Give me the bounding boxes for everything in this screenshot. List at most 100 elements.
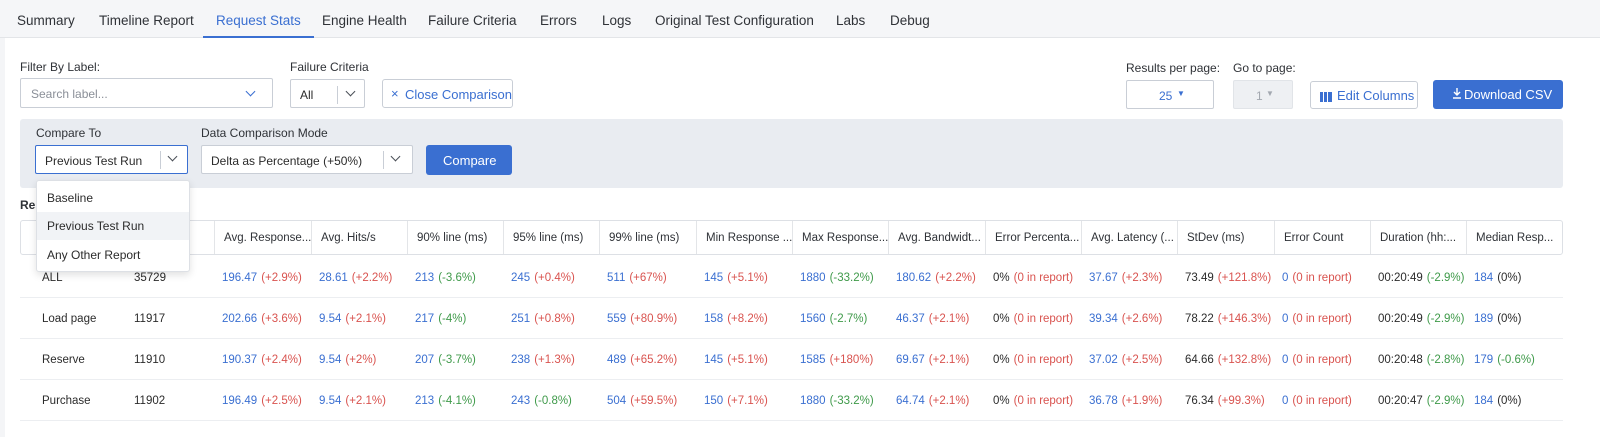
cell-value: 1560	[800, 313, 826, 325]
cell-delta: (0 in report)	[1013, 395, 1074, 407]
tab-timeline-report[interactable]: Timeline Report	[99, 0, 194, 38]
cell-value[interactable]: 184	[1474, 395, 1493, 407]
compare-button-label: Compare	[443, 153, 497, 168]
column-header-median-response[interactable]: Median Resp...	[1466, 221, 1563, 254]
cell-delta: (+2.2%)	[935, 272, 976, 284]
dropdown-option-baseline[interactable]: Baseline	[37, 184, 189, 212]
cell-value: 00:20:49	[1378, 313, 1423, 325]
cell-delta: (-4%)	[438, 313, 467, 325]
compare-button[interactable]: Compare	[426, 145, 512, 175]
column-header-min-response[interactable]: Min Response ...	[696, 221, 792, 254]
cell-value[interactable]: 196.49	[222, 395, 257, 407]
tab-logs[interactable]: Logs	[602, 0, 631, 38]
tab-engine-health[interactable]: Engine Health	[322, 0, 407, 38]
table-cell: 69.67 (+2.1%)	[896, 339, 969, 380]
cell-delta: (0 in report)	[1013, 313, 1074, 325]
table-cell: 00:20:48 (-2.8%)	[1378, 339, 1464, 380]
cell-delta: (0 in report)	[1292, 354, 1352, 366]
tab-failure-criteria[interactable]: Failure Criteria	[428, 0, 517, 38]
cell-delta: (-2.7%)	[829, 313, 868, 325]
tab-errors[interactable]: Errors	[540, 0, 577, 38]
cell-delta: (+59.5%)	[630, 395, 678, 407]
column-header-99-line[interactable]: 99% line (ms)	[599, 221, 696, 254]
failure-criteria-select[interactable]: All	[290, 79, 365, 108]
dropdown-option-any-other-report[interactable]: Any Other Report	[37, 241, 189, 269]
download-csv-button[interactable]: Download CSV	[1433, 80, 1563, 109]
table-cell: 0% (0 in report)	[993, 298, 1073, 339]
cell-delta: (-2.9%)	[1426, 272, 1465, 284]
table-cell: 00:20:47 (-2.9%)	[1378, 380, 1464, 421]
search-label-input[interactable]: Search label...	[20, 78, 273, 108]
cell-delta: (-4.1%)	[438, 395, 476, 407]
request-stats-table: Avg. Response... Avg. Hits/s 90% line (m…	[20, 220, 1563, 437]
tab-labs[interactable]: Labs	[836, 0, 865, 38]
column-header-95-line[interactable]: 95% line (ms)	[503, 221, 599, 254]
cell-delta: (+3.6%)	[261, 313, 302, 325]
cell-value: 1585	[800, 354, 826, 366]
close-comparison-label: Close Comparison	[405, 87, 512, 102]
data-comparison-mode-select[interactable]: Delta as Percentage (+50%)	[201, 145, 413, 174]
dropdown-option-previous-test-run[interactable]: Previous Test Run	[37, 212, 189, 240]
column-header-avg-bandwidth[interactable]: Avg. Bandwidt...	[888, 221, 985, 254]
cell-delta: (+180%)	[829, 354, 874, 366]
table-cell: 0 (0 in report)	[1282, 339, 1352, 380]
column-header-avg-response[interactable]: Avg. Response...	[214, 221, 311, 254]
cell-value: 559	[607, 313, 627, 325]
cell-value: 251	[511, 313, 531, 325]
cell-value[interactable]: 196.47	[222, 272, 257, 284]
column-header-error-percentage[interactable]: Error Percenta...	[985, 221, 1081, 254]
results-per-page-select[interactable]: 25 ▼	[1126, 80, 1214, 109]
tab-request-stats[interactable]: Request Stats	[203, 0, 314, 38]
cell-delta: (0 in report)	[1292, 395, 1352, 407]
cell-value[interactable]: 179	[1474, 354, 1493, 366]
cell-delta: (-0.8%)	[534, 395, 572, 407]
cell-value: 0	[1282, 395, 1289, 407]
cell-delta: (+2.1%)	[345, 395, 386, 407]
cell-value: 00:20:49	[1378, 272, 1423, 284]
data-comparison-mode-value: Delta as Percentage (+50%)	[211, 154, 363, 168]
column-header-error-count[interactable]: Error Count	[1274, 221, 1370, 254]
column-header-avg-hits[interactable]: Avg. Hits/s	[311, 221, 407, 254]
request-stats-panel: Filter By Label: Search label... Failure…	[5, 38, 1600, 437]
table-cell: 202.66 (+3.6%)	[222, 298, 302, 339]
cell-value[interactable]: 202.66	[222, 313, 257, 325]
close-comparison-button[interactable]: × Close Comparison	[382, 79, 513, 108]
table-cell: 504 (+59.5%)	[607, 380, 677, 421]
cell-delta: (0%)	[1497, 313, 1522, 325]
cell-value: 511	[607, 272, 626, 284]
cell-delta: (0%)	[1497, 395, 1522, 407]
cell-value[interactable]: 184	[1474, 272, 1493, 284]
table-cell: 1585 (+180%)	[800, 339, 873, 380]
cell-value[interactable]: 189	[1474, 313, 1493, 325]
cell-delta: (+67%)	[629, 272, 667, 284]
download-icon	[1453, 88, 1461, 99]
cell-value: 36.78	[1089, 395, 1118, 407]
close-icon: ×	[391, 86, 399, 101]
edit-columns-button[interactable]: Edit Columns	[1310, 81, 1418, 109]
cell-delta: (+2.1%)	[928, 354, 970, 366]
cell-delta: (0 in report)	[1292, 272, 1352, 284]
select-divider	[383, 151, 384, 169]
column-header-max-response[interactable]: Max Response...	[792, 221, 888, 254]
compare-to-select[interactable]: Previous Test Run	[35, 145, 188, 174]
go-to-page-select[interactable]: 1 ▼	[1233, 80, 1293, 109]
table-cell: 39.34 (+2.6%)	[1089, 298, 1162, 339]
column-header-stdev[interactable]: StDev (ms)	[1177, 221, 1274, 254]
column-header-duration[interactable]: Duration (hh:...	[1370, 221, 1466, 254]
cell-delta: (+146.3%)	[1217, 313, 1272, 325]
column-header-90-line[interactable]: 90% line (ms)	[407, 221, 503, 254]
cell-value: 73.49	[1185, 272, 1214, 284]
table-cell: 73.49 (+121.8%)	[1185, 257, 1271, 298]
tab-debug[interactable]: Debug	[890, 0, 930, 38]
cell-value: 0	[1282, 272, 1289, 284]
tab-summary[interactable]: Summary	[17, 0, 75, 38]
failure-criteria-value: All	[300, 88, 314, 102]
column-header-avg-latency[interactable]: Avg. Latency (...	[1081, 221, 1177, 254]
tab-original-test-configuration[interactable]: Original Test Configuration	[655, 0, 814, 38]
chevron-down-icon	[167, 151, 178, 162]
table-cell: 78.22 (+146.3%)	[1185, 298, 1271, 339]
cell-value: 9.54	[319, 313, 342, 325]
table-cell: 184 (0%)	[1474, 380, 1521, 421]
column-header-label[interactable]	[21, 221, 30, 254]
cell-value[interactable]: 190.37	[222, 354, 257, 366]
